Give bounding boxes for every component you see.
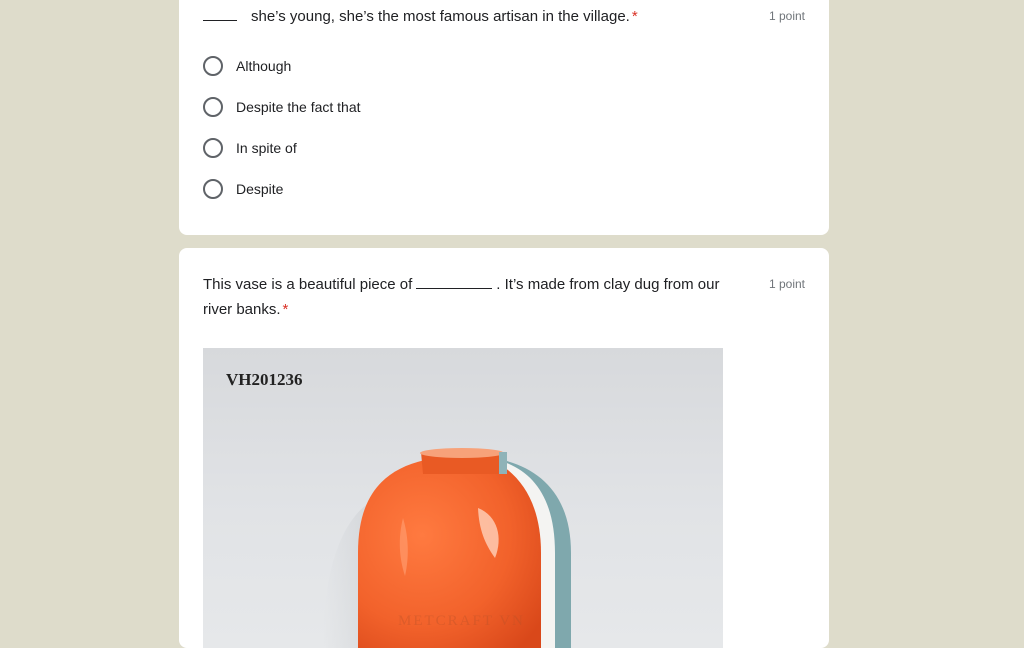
option-label: In spite of <box>236 140 297 156</box>
radio-button[interactable] <box>203 56 223 76</box>
option-despite-the-fact-that[interactable]: Despite the fact that <box>203 95 361 119</box>
answer-blank <box>416 279 493 289</box>
required-asterisk: * <box>631 8 638 25</box>
question-1-points: 1 point <box>768 9 805 23</box>
question-2-points: 1 point <box>768 277 805 291</box>
radio-button[interactable] <box>203 138 223 158</box>
option-label: Despite <box>236 181 284 197</box>
vase-illustration <box>323 448 571 648</box>
question-card-2: This vase is a beautiful piece of. It’s … <box>179 248 829 648</box>
radio-button[interactable] <box>203 97 223 117</box>
question-card-1: she’s young, she’s the most famous artis… <box>179 0 829 235</box>
option-despite[interactable]: Despite <box>203 177 283 201</box>
vase-rim <box>420 448 504 458</box>
required-asterisk: * <box>282 301 289 318</box>
question-1-header: she’s young, she’s the most famous artis… <box>203 4 805 29</box>
question-2-title: This vase is a beautiful piece of. It’s … <box>203 276 720 318</box>
question-1-title: she’s young, she’s the most famous artis… <box>203 4 743 29</box>
option-label: Although <box>236 58 292 74</box>
option-in-spite-of[interactable]: In spite of <box>203 136 297 160</box>
answer-blank <box>203 11 237 21</box>
question-2-header: This vase is a beautiful piece of. It’s … <box>203 272 805 322</box>
vase-neck-stripe <box>499 452 507 474</box>
vase-photo: VH201236 METCRAFT VN <box>203 348 723 648</box>
radio-button[interactable] <box>203 179 223 199</box>
photo-watermark: METCRAFT VN <box>398 613 525 629</box>
option-although[interactable]: Although <box>203 54 291 78</box>
option-label: Despite the fact that <box>236 99 361 115</box>
